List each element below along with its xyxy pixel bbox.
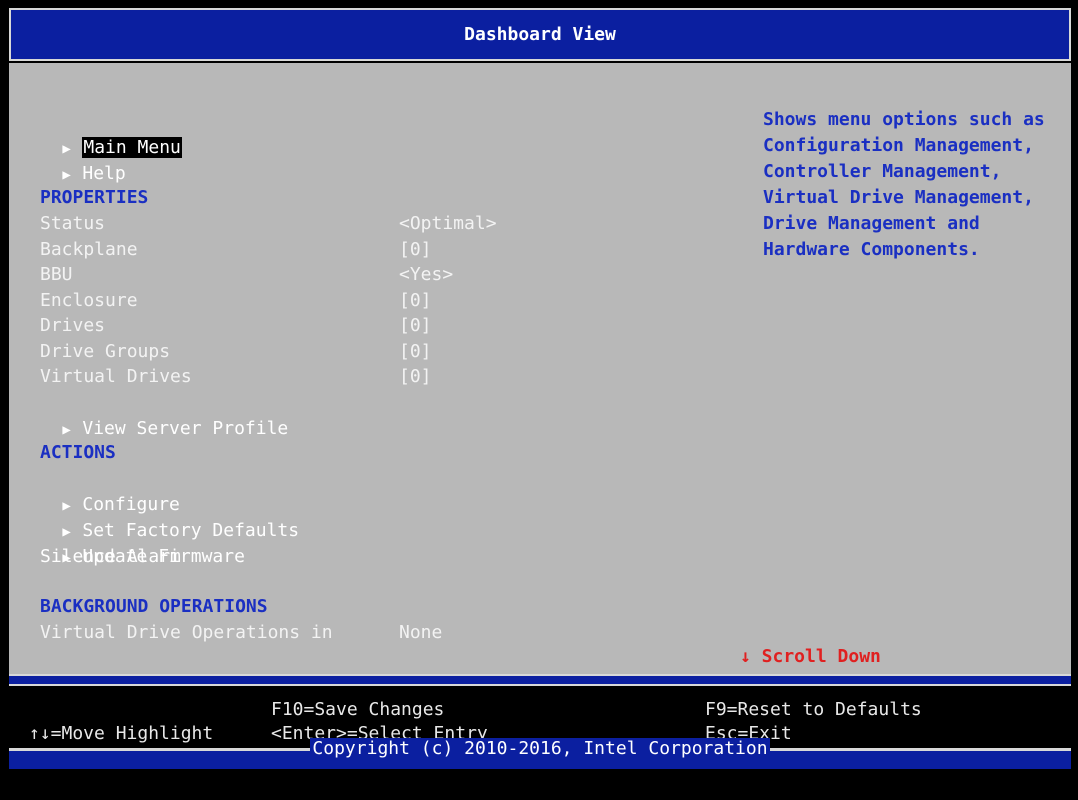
- copyright-line: Copyright (c) 2010-2016, Intel Corporati…: [9, 738, 1071, 760]
- properties-heading: PROPERTIES: [40, 187, 149, 208]
- copyright-text: Copyright (c) 2010-2016, Intel Corporati…: [310, 738, 770, 759]
- property-value-drives: [0]: [399, 315, 432, 336]
- footer-bar: F10=Save Changes F9=Reset to Defaults ↑↓…: [9, 674, 1071, 769]
- actions-heading: ACTIONS: [40, 442, 116, 463]
- title-bar: Dashboard View: [9, 8, 1071, 61]
- help-panel: Shows menu options such as Configuration…: [763, 107, 1063, 263]
- main-panel: ▶ Main Menu ▶ Help PROPERTIES Status <Opti…: [9, 63, 1071, 674]
- property-label-backplane: Backplane: [40, 239, 138, 260]
- property-value-status: <Optimal>: [399, 213, 497, 234]
- scroll-down-hint: ↓ Scroll Down: [740, 646, 881, 667]
- menu-item-silence-alarm[interactable]: Silence Alarm: [40, 544, 181, 570]
- property-label-virtual-drives: Virtual Drives: [40, 366, 192, 387]
- property-label-status: Status: [40, 213, 106, 234]
- help-line: Controller Management,: [763, 161, 1002, 182]
- help-line: Hardware Components.: [763, 239, 980, 260]
- help-line: Virtual Drive Management,: [763, 187, 1034, 208]
- help-line: Shows menu options such as: [763, 109, 1045, 130]
- menu-item-label: Help: [82, 163, 126, 184]
- menu-item-label: View Server Profile: [82, 418, 289, 439]
- property-label-bbu: BBU: [40, 264, 73, 285]
- property-label-drives: Drives: [40, 315, 106, 336]
- property-value-virtual-drives: [0]: [399, 366, 432, 387]
- background-operations-label: Virtual Drive Operations in: [40, 622, 333, 643]
- property-value-bbu: <Yes>: [399, 264, 454, 285]
- property-value-drive-groups: [0]: [399, 341, 432, 362]
- key-save-changes: F10=Save Changes: [271, 699, 445, 720]
- property-value-enclosure: [0]: [399, 290, 432, 311]
- help-line: Configuration Management,: [763, 135, 1034, 156]
- property-label-drive-groups: Drive Groups: [40, 341, 171, 362]
- page-title: Dashboard View: [464, 24, 616, 45]
- help-line: Drive Management and: [763, 213, 980, 234]
- property-label-enclosure: Enclosure: [40, 290, 138, 311]
- property-value-backplane: [0]: [399, 239, 432, 260]
- background-operations-value: None: [399, 622, 443, 643]
- background-operations-heading: BACKGROUND OPERATIONS: [40, 596, 268, 617]
- key-reset-defaults: F9=Reset to Defaults: [705, 699, 922, 720]
